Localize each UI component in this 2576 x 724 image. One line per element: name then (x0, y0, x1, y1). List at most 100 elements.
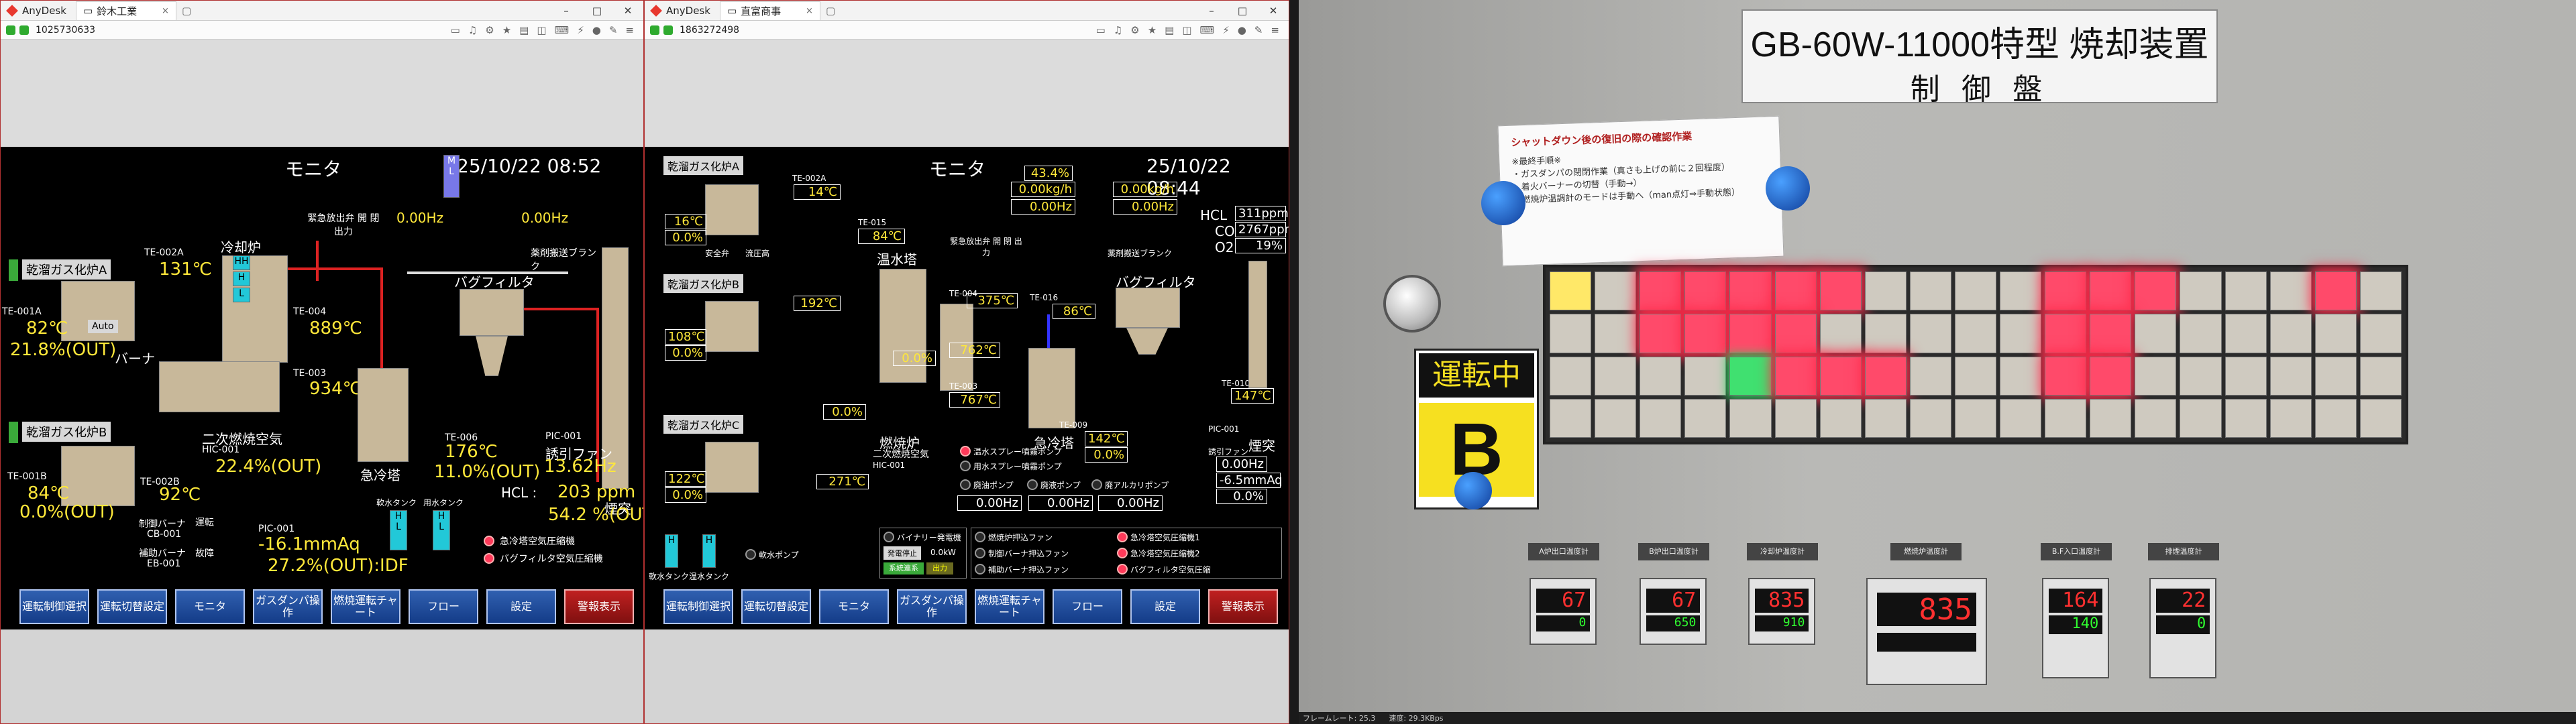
maximize-button[interactable]: □ (1227, 5, 1258, 17)
pen-icon[interactable]: ✎ (1254, 24, 1263, 36)
new-tab-icon[interactable]: ▢ (182, 5, 191, 17)
anydesk-window-2: AnyDesk ▭ 直富商事 × ▢ – □ ✕ 1863272498 ▭ ♫ ⚙ ★… (644, 0, 1289, 724)
keyboard-icon[interactable]: ⌨ (555, 24, 570, 36)
nav-button-settings[interactable]: 設定 (486, 589, 556, 624)
monitor-icon: ▭ (83, 5, 93, 17)
nav-button-mode-select[interactable]: 運転制御選択 (663, 589, 733, 624)
annunciator-lamp (1819, 356, 1862, 396)
settings-icon[interactable]: ⚙ (1130, 24, 1139, 36)
eb001-tag: EB-001 (147, 558, 181, 569)
binary-label: バイナリー発電機 (897, 533, 961, 542)
display-icon[interactable]: ◫ (537, 24, 546, 36)
panel-nameplate: GB-60W-11000特型 焼却装置 制 御 盤 (1741, 9, 2218, 106)
annunciator-lamp (2224, 356, 2267, 396)
annunciator-lamp (2000, 314, 2042, 353)
nav-button-monitor[interactable]: モニタ (819, 589, 889, 624)
co-label: CO (1215, 223, 1235, 239)
gasifier-b-label[interactable]: 乾溜ガス化炉B (663, 274, 743, 293)
pen-icon[interactable]: ✎ (609, 24, 618, 36)
te004-tag: TE-004 (293, 306, 327, 317)
nav-button-mode-setting[interactable]: 運転切替設定 (97, 589, 167, 624)
session-tab[interactable]: ▭ 直富商事 × (719, 1, 820, 20)
new-tab-icon[interactable]: ▢ (826, 5, 835, 17)
nav-button-gas-damper[interactable]: ガスダンパ操作 (253, 589, 323, 624)
stream-speed: 速度: 29.3KBps (1389, 714, 1444, 723)
mic-icon[interactable]: ♫ (468, 24, 477, 36)
minimize-button[interactable]: – (1196, 5, 1227, 17)
star-icon[interactable]: ★ (502, 24, 511, 36)
nav-button-combustion-chart[interactable]: 燃焼運転チャート (975, 589, 1044, 624)
gasifier-c-label[interactable]: 乾溜ガス化炉C (663, 415, 744, 434)
power-icon[interactable]: ⚡ (577, 24, 584, 36)
nav-button-gas-damper[interactable]: ガスダンパ操作 (897, 589, 967, 624)
annunciator-lamp (1595, 314, 1637, 353)
gasifier-b-vessel (61, 446, 135, 506)
mic-icon[interactable]: ♫ (1114, 24, 1122, 36)
gasifier-b-label[interactable]: 乾溜ガス化炉B (22, 422, 111, 442)
annunciator-lamp (1550, 398, 1592, 438)
maximize-button[interactable]: □ (582, 5, 612, 17)
nav-button-mode-setting[interactable]: 運転切替設定 (741, 589, 811, 624)
pipe-cooling-out (288, 267, 382, 270)
settings-icon[interactable]: ⚙ (485, 24, 494, 36)
session-bar: 1025730633 ▭ ♫ ⚙ ★ ▤ ◫ ⌨ ⚡ ● ✎ ≡ (1, 21, 643, 40)
nav-button-alarm[interactable]: 警報表示 (1208, 589, 1278, 624)
nav-button-alarm[interactable]: 警報表示 (564, 589, 634, 624)
running-sign-top: 運転中 (1419, 353, 1534, 398)
pressure-value: -16.1mmAq (258, 534, 360, 554)
annunciator-lamp (2224, 398, 2267, 438)
minimize-button[interactable]: – (551, 5, 582, 17)
close-button[interactable]: ✕ (1258, 5, 1289, 17)
burner-label: バーナ (115, 351, 155, 367)
keyboard-icon[interactable]: ⌨ (1200, 24, 1215, 36)
meter-1-pv: 67 (1536, 589, 1591, 613)
chat-icon[interactable]: ▭ (1096, 24, 1106, 36)
te002b-value: 92℃ (159, 485, 201, 505)
te002a-value: 131℃ (159, 259, 212, 280)
fan-1: 燃焼炉押込ファン (988, 533, 1053, 542)
nav-button-combustion-chart[interactable]: 燃焼運転チャート (331, 589, 400, 624)
star-icon[interactable]: ★ (1148, 24, 1157, 36)
gasifier-a-label[interactable]: 乾溜ガス化炉A (663, 156, 743, 175)
nav-button-mode-select[interactable]: 運転制御選択 (19, 589, 89, 624)
val-gasC-pct: 0.0% (665, 487, 706, 503)
pressure-output: 27.2%(OUT):IDF (268, 556, 409, 576)
chat-icon[interactable]: ▭ (451, 24, 460, 36)
record-icon[interactable]: ● (592, 24, 601, 36)
close-tab-icon[interactable]: × (806, 6, 813, 16)
nav-button-flow[interactable]: フロー (1053, 589, 1122, 624)
nameplate-line2: 制 御 盤 (1910, 73, 2049, 106)
menu-icon[interactable]: ≡ (1271, 24, 1279, 36)
file-icon[interactable]: ▤ (1165, 24, 1174, 36)
annunciator-lamp (1729, 398, 1772, 438)
file-icon[interactable]: ▤ (519, 24, 529, 36)
annunciator-lamp (1819, 314, 1862, 353)
display-icon[interactable]: ◫ (1182, 24, 1191, 36)
close-button[interactable]: ✕ (612, 5, 643, 17)
annunciator-lamp (1864, 356, 1907, 396)
flow-high-label: 流圧高 (745, 249, 770, 258)
val-gasA-temp: 16℃ (665, 214, 706, 229)
pump-led-3 (960, 479, 971, 490)
val-co: 2767ppm (1235, 222, 1289, 237)
annunciator-lamp (1864, 314, 1907, 353)
menu-icon[interactable]: ≡ (625, 24, 634, 36)
session-tab[interactable]: ▭ 鈴木工業 × (75, 1, 176, 20)
meter-label-3: 冷却炉温度計 (1747, 543, 1818, 560)
binary-stop-button[interactable]: 発電停止 (883, 546, 921, 560)
power-icon[interactable]: ⚡ (1222, 24, 1230, 36)
meter-4-sv (1877, 633, 1976, 652)
bagfilter-hopper (476, 336, 508, 376)
fan-led-4 (1117, 532, 1128, 542)
nav-button-flow[interactable]: フロー (409, 589, 478, 624)
meter-3-sv: 910 (1754, 615, 1809, 631)
annunciator-lamp (1954, 272, 1997, 311)
close-tab-icon[interactable]: × (162, 6, 169, 16)
nav-button-settings[interactable]: 設定 (1130, 589, 1200, 624)
nav-button-monitor[interactable]: モニタ (175, 589, 245, 624)
meter-6-sv: 0 (2155, 615, 2210, 634)
record-icon[interactable]: ● (1238, 24, 1246, 36)
session-id: 1025730633 (36, 24, 96, 36)
gasifier-a-label[interactable]: 乾溜ガス化炉A (22, 259, 111, 280)
session-bar: 1863272498 ▭ ♫ ⚙ ★ ▤ ◫ ⌨ ⚡ ● ✎ ≡ (645, 21, 1289, 40)
